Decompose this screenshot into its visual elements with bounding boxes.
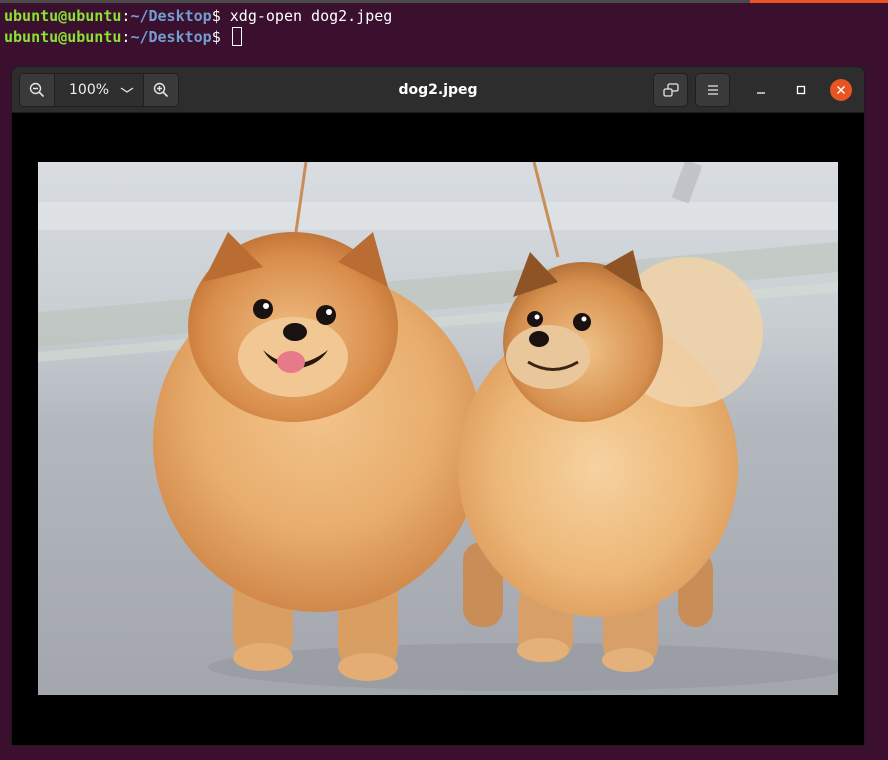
zoom-out-icon bbox=[29, 82, 45, 98]
headerbar: 100% dog2.jpeg bbox=[12, 67, 864, 113]
prompt-path: ~/Desktop bbox=[130, 28, 212, 46]
minimize-button[interactable] bbox=[750, 79, 772, 101]
close-button[interactable] bbox=[830, 79, 852, 101]
image-canvas[interactable] bbox=[12, 113, 864, 745]
prompt-path: ~/Desktop bbox=[130, 7, 212, 25]
maximize-icon bbox=[796, 85, 806, 95]
terminal-top-border bbox=[0, 0, 888, 3]
zoom-level-dropdown[interactable]: 100% bbox=[55, 74, 143, 106]
terminal-cursor bbox=[231, 27, 242, 46]
prompt-user: ubuntu@ubuntu bbox=[4, 28, 122, 46]
chevron-down-icon bbox=[120, 87, 134, 93]
rotate-button[interactable] bbox=[653, 73, 688, 107]
dogs-photo bbox=[38, 162, 838, 695]
zoom-in-button[interactable] bbox=[143, 74, 178, 106]
close-icon bbox=[836, 85, 846, 95]
main-menu-button[interactable] bbox=[695, 73, 730, 107]
zoom-out-button[interactable] bbox=[20, 74, 55, 106]
rotate-icon bbox=[662, 83, 679, 97]
terminal-line: ubuntu@ubuntu:~/Desktop$ bbox=[4, 27, 392, 48]
prompt-user: ubuntu@ubuntu bbox=[4, 7, 122, 25]
displayed-image bbox=[38, 162, 838, 695]
maximize-button[interactable] bbox=[790, 79, 812, 101]
terminal-output[interactable]: ubuntu@ubuntu:~/Desktop$ xdg-open dog2.j… bbox=[4, 6, 392, 48]
zoom-control: 100% bbox=[19, 73, 179, 107]
minimize-icon bbox=[757, 92, 765, 94]
zoom-in-icon bbox=[153, 82, 169, 98]
image-viewer-window: 100% dog2.jpeg bbox=[11, 66, 865, 746]
hamburger-menu-icon bbox=[707, 85, 718, 95]
prompt-symbol: $ bbox=[211, 28, 230, 46]
terminal-line: ubuntu@ubuntu:~/Desktop$ xdg-open dog2.j… bbox=[4, 6, 392, 27]
command-text: xdg-open dog2.jpeg bbox=[229, 7, 393, 25]
active-tab-accent bbox=[750, 0, 888, 3]
zoom-level-value: 100% bbox=[69, 82, 110, 98]
prompt-symbol: $ bbox=[211, 7, 230, 25]
